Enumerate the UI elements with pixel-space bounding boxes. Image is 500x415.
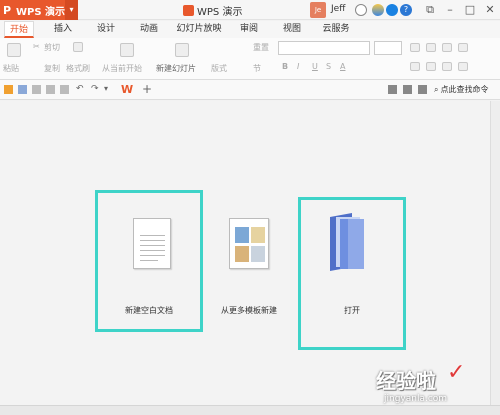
watermark-url: jingyanla.com: [384, 394, 448, 404]
tab-review[interactable]: 审阅: [236, 21, 262, 38]
export-pdf-icon[interactable]: [60, 85, 69, 94]
numbered-list-icon[interactable]: [426, 43, 436, 52]
tab-animation[interactable]: 动画: [136, 21, 162, 38]
brush-icon[interactable]: [73, 42, 83, 52]
restore-ribbon-icon[interactable]: ⧉: [420, 0, 440, 20]
print-icon[interactable]: [32, 85, 41, 94]
new-tab-plus-icon[interactable]: +: [142, 82, 152, 96]
paste-button[interactable]: 粘贴: [3, 63, 19, 74]
scissors-icon: ✂: [33, 42, 40, 51]
section-button[interactable]: 节: [253, 63, 261, 74]
align-center-icon[interactable]: [426, 62, 436, 71]
align-right-icon[interactable]: [442, 62, 452, 71]
template-document-icon[interactable]: [229, 218, 269, 269]
tab-view[interactable]: 视图: [279, 21, 305, 38]
print-preview-icon[interactable]: [46, 85, 55, 94]
font-color-button[interactable]: A: [340, 62, 345, 71]
folder-icon: [330, 213, 364, 271]
skin-icon[interactable]: [372, 4, 384, 16]
open-folder-icon[interactable]: [4, 85, 13, 94]
tab-design[interactable]: 设计: [93, 21, 119, 38]
copy-button[interactable]: 复制: [44, 63, 60, 74]
watermark-logo: 经验啦: [376, 369, 436, 393]
chevron-down-icon[interactable]: ▾: [104, 84, 108, 93]
save-icon[interactable]: [18, 85, 27, 94]
share-icon[interactable]: [388, 85, 397, 94]
underline-button[interactable]: U: [312, 62, 318, 71]
italic-button[interactable]: I: [297, 62, 299, 71]
font-family-select[interactable]: [278, 41, 370, 55]
tab-home[interactable]: 开始: [4, 21, 34, 38]
new-blank-document-label: 新建空白文档: [125, 306, 173, 315]
minimize-button[interactable]: –: [440, 0, 460, 20]
close-button[interactable]: ✕: [480, 0, 500, 20]
user-name[interactable]: Jeff: [331, 4, 345, 14]
clock-icon[interactable]: [355, 4, 367, 16]
new-slide-icon[interactable]: [175, 43, 189, 57]
app-menu-button[interactable]: P WPS 演示 ▾: [0, 0, 78, 20]
tab-insert[interactable]: 插入: [50, 21, 76, 38]
from-template-label[interactable]: 从更多模板新建: [204, 305, 294, 316]
presentation-icon: [183, 5, 194, 16]
bullet-list-icon[interactable]: [410, 43, 420, 52]
outdent-icon[interactable]: [458, 43, 468, 52]
doc-icon[interactable]: [403, 85, 412, 94]
font-size-select[interactable]: [374, 41, 402, 55]
reset-button[interactable]: 重置: [253, 42, 269, 53]
layout-button[interactable]: 版式: [211, 63, 227, 74]
document-title: WPS 演示: [197, 7, 243, 18]
indent-icon[interactable]: [442, 43, 452, 52]
vertical-scrollbar[interactable]: [490, 101, 500, 405]
paste-icon[interactable]: [7, 43, 21, 57]
check-mark-icon: ✓: [447, 360, 466, 385]
command-search[interactable]: ⌕ 点此查找命令: [434, 84, 488, 95]
pin-icon[interactable]: [386, 4, 398, 16]
ribbon-toggle-icon[interactable]: [418, 85, 427, 94]
redo-icon[interactable]: ↷: [91, 84, 99, 94]
wps-logo-icon: P: [2, 3, 12, 17]
cut-button[interactable]: 剪切: [44, 42, 60, 53]
new-slide-button[interactable]: 新建幻灯片: [156, 63, 196, 74]
bold-button[interactable]: B: [282, 62, 288, 71]
align-left-icon[interactable]: [410, 62, 420, 71]
open-label: 打开: [344, 306, 360, 315]
justify-icon[interactable]: [458, 62, 468, 71]
undo-icon[interactable]: ↶: [76, 84, 84, 94]
strikethrough-button[interactable]: S: [326, 62, 331, 71]
tab-slideshow[interactable]: 幻灯片放映: [176, 21, 222, 38]
command-search-label: 点此查找命令: [440, 85, 489, 94]
status-bar: [0, 405, 500, 415]
app-name: WPS 演示: [16, 6, 66, 18]
chevron-down-icon[interactable]: ▾: [65, 0, 78, 20]
blank-document-icon: [133, 218, 171, 269]
window-title: WPS 演示: [183, 3, 242, 18]
play-from-current-icon[interactable]: [120, 43, 134, 57]
search-icon: ⌕: [434, 84, 439, 94]
maximize-button[interactable]: □: [460, 0, 480, 20]
format-painter-button[interactable]: 格式刷: [66, 63, 90, 74]
wps-home-tab-icon[interactable]: W: [121, 83, 133, 96]
from-current-button[interactable]: 从当前开始: [102, 63, 142, 74]
avatar[interactable]: Je: [310, 2, 326, 18]
help-icon[interactable]: ?: [400, 4, 412, 16]
tab-cloud[interactable]: 云服务: [319, 21, 353, 38]
